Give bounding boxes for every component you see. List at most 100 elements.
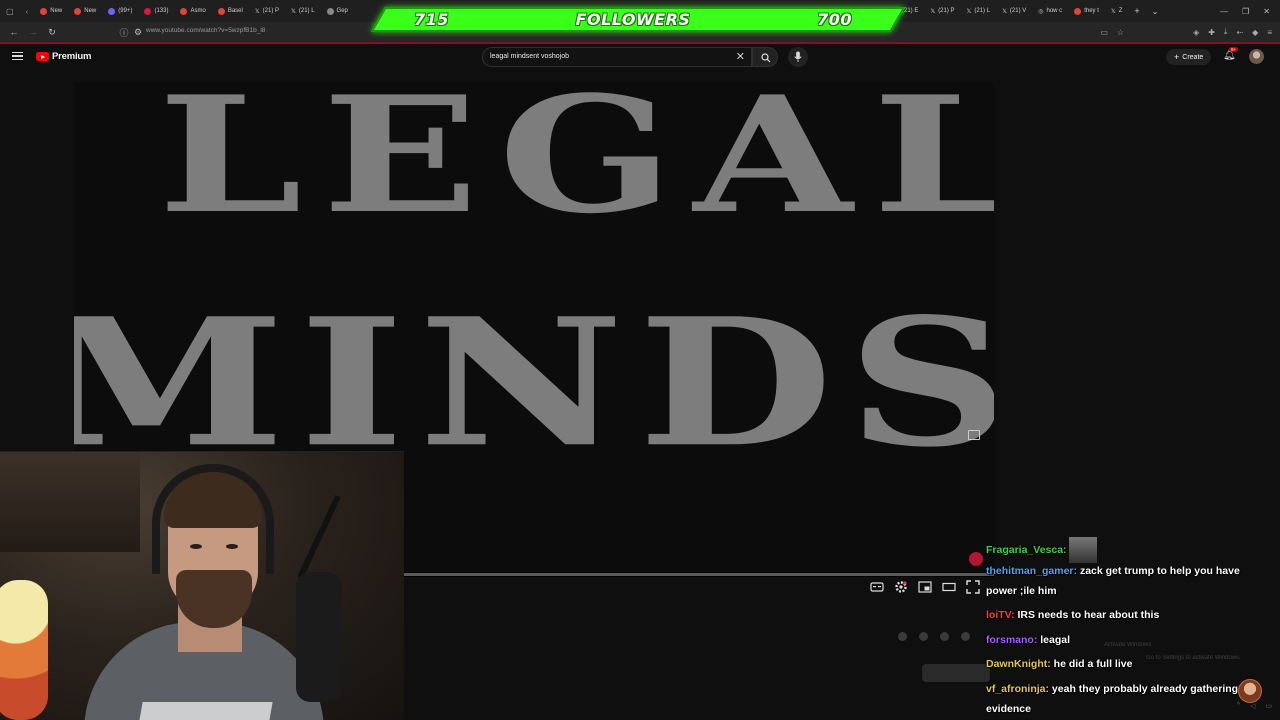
tab-scroll-left-icon[interactable]: ‹ bbox=[20, 0, 35, 22]
stream-chat: Fragaria_Vesca: thehitman_gamer: zack ge… bbox=[966, 528, 1280, 720]
clear-search-icon[interactable]: ✕ bbox=[736, 50, 745, 63]
background-shelf bbox=[0, 452, 140, 552]
search-input[interactable]: leagal mindsent voshojob ✕ bbox=[482, 47, 752, 67]
tab-label: (21) L bbox=[974, 8, 991, 14]
browser-tab[interactable]: New bbox=[34, 0, 68, 22]
browser-tab[interactable]: 𝕏 (21) L bbox=[961, 0, 997, 22]
tab-label: Gep bbox=[336, 8, 348, 14]
tab-label: (21) P bbox=[938, 8, 955, 14]
create-label: Create bbox=[1182, 53, 1204, 61]
tab-favicon-icon bbox=[1074, 7, 1082, 15]
back-icon[interactable]: ← bbox=[9, 27, 19, 37]
address-bar-actions: ▭ ☆ ◈ ✚ ⤓ ⇠ ◆ ≡ bbox=[1100, 22, 1272, 42]
chat-message: loiTV: IRS needs to hear about this bbox=[986, 605, 1258, 625]
followers-goal-text: 715 FOLLOWERS 700 bbox=[378, 7, 898, 32]
reload-icon[interactable]: ↻ bbox=[47, 27, 57, 38]
site-info-icon[interactable]: ⓘ bbox=[119, 26, 129, 39]
chat-message: thehitman_gamer: zack get trump to help … bbox=[986, 561, 1258, 601]
subtitles-icon[interactable] bbox=[870, 580, 884, 594]
tab-favicon-icon bbox=[40, 7, 48, 15]
browser-tab[interactable]: Basel bbox=[212, 0, 249, 22]
browser-tab[interactable]: (99+) bbox=[102, 0, 138, 22]
tab-label: (21) L bbox=[298, 8, 315, 14]
forward-icon[interactable]: → bbox=[28, 27, 38, 37]
extension-icon[interactable]: ◈ bbox=[1193, 28, 1199, 37]
guide-menu-icon[interactable] bbox=[12, 52, 23, 61]
tab-label: (133) bbox=[154, 8, 169, 14]
browser-tab[interactable]: ◎ how c bbox=[1032, 0, 1068, 22]
system-tray: ^ ◁ ▭ bbox=[1237, 702, 1272, 710]
tab-label: they t bbox=[1084, 8, 1099, 14]
tab-favicon-icon bbox=[108, 7, 116, 15]
settings-gear-icon[interactable] bbox=[894, 580, 908, 594]
tab-label: (21) P bbox=[262, 8, 280, 14]
network-icon: ▭ bbox=[1265, 703, 1272, 710]
speaker-icon: ◁ bbox=[1249, 703, 1256, 710]
close-icon[interactable]: ✕ bbox=[1263, 7, 1270, 16]
back-arrow-icon[interactable]: ⇠ bbox=[1236, 28, 1243, 37]
chat-text: he did a full live bbox=[1050, 658, 1133, 670]
shield-icon[interactable]: ◆ bbox=[1252, 28, 1258, 37]
youtube-header: Premium leagal mindsent voshojob ✕ + Cre… bbox=[0, 44, 1280, 70]
tab-favicon-icon bbox=[326, 7, 334, 15]
new-tab-icon[interactable]: + bbox=[1128, 0, 1145, 22]
browser-tab[interactable]: 𝕏 (21) P bbox=[249, 0, 285, 22]
browser-tab[interactable]: 𝕏 (21) V bbox=[996, 0, 1032, 22]
x-logo-icon: 𝕏 bbox=[966, 8, 972, 15]
x-logo-icon: 𝕏 bbox=[930, 8, 936, 15]
notification-count-badge: 9+ bbox=[1229, 47, 1239, 52]
voice-search-button[interactable] bbox=[788, 47, 808, 67]
bookmark-star-icon[interactable]: ☆ bbox=[1117, 28, 1124, 37]
search-query: leagal mindsent voshojob bbox=[490, 53, 569, 60]
chat-message: DawnKnight: he did a full live bbox=[986, 654, 1258, 674]
studio-microphone bbox=[296, 572, 342, 702]
tab-actions-icon[interactable]: ▢ bbox=[0, 0, 20, 22]
chat-username: loiTV: bbox=[986, 609, 1015, 621]
tab-label: Z bbox=[1118, 8, 1123, 14]
microphone-icon bbox=[794, 51, 802, 62]
browser-tab[interactable]: they t bbox=[1068, 0, 1105, 22]
x-logo-icon: 𝕏 bbox=[1110, 8, 1116, 15]
youtube-play-logo-icon bbox=[36, 52, 49, 61]
theater-mode-icon[interactable] bbox=[942, 580, 956, 594]
browser-tab[interactable]: New bbox=[68, 0, 102, 22]
headset bbox=[152, 464, 274, 574]
url-field[interactable]: www.youtube.com/watch?v=5wzpfB1b_l8 bbox=[146, 27, 265, 34]
chat-user-avatar bbox=[1238, 679, 1262, 703]
plus-icon: + bbox=[1174, 52, 1180, 62]
tab-label: (99+) bbox=[118, 8, 133, 14]
x-logo-icon: 𝕏 bbox=[291, 8, 296, 15]
chat-message: forsmano: leagal bbox=[986, 630, 1258, 650]
tab-list-chevron-icon[interactable]: ⌄ bbox=[1146, 0, 1165, 22]
tab-favicon-icon bbox=[74, 7, 82, 15]
search-button[interactable] bbox=[752, 47, 778, 67]
download-icon[interactable]: ⤓ bbox=[1224, 27, 1228, 37]
puzzle-icon[interactable]: ✚ bbox=[1208, 28, 1215, 37]
miniplayer-icon[interactable] bbox=[918, 580, 932, 594]
tab-label: Asmo bbox=[190, 8, 206, 14]
browser-tab[interactable]: 𝕏Z bbox=[1105, 0, 1129, 22]
minimize-icon[interactable]: — bbox=[1220, 7, 1228, 16]
chat-message: vf_afroninja: yeah they probably already… bbox=[986, 679, 1258, 719]
screen: ▢ ‹ New New (99+) (133) Asmo Basel 𝕏 (21)… bbox=[0, 0, 1280, 720]
browser-tab[interactable]: Asmo bbox=[174, 0, 211, 22]
browser-tab[interactable]: 𝕏 (21) L bbox=[285, 0, 321, 22]
streamer-webcam bbox=[0, 451, 404, 720]
browser-tab[interactable]: (133) bbox=[138, 0, 174, 22]
below-video-area bbox=[404, 600, 994, 720]
browser-tab[interactable]: 𝕏 (21) P bbox=[924, 0, 960, 22]
tab-group-right: (21) E 𝕏 (21) P 𝕏 (21) L 𝕏 (21) V ◎ how c th… bbox=[896, 0, 1164, 22]
expand-frame-icon[interactable] bbox=[968, 430, 980, 440]
chat-user-badge-icon bbox=[969, 552, 983, 566]
browser-tab[interactable]: Gep bbox=[321, 0, 354, 22]
site-settings-icon[interactable]: ⚙ bbox=[133, 27, 143, 38]
search-icon bbox=[761, 53, 771, 63]
maximize-icon[interactable]: ❐ bbox=[1242, 7, 1249, 16]
cast-icon[interactable]: ▭ bbox=[1100, 28, 1108, 37]
create-button[interactable]: + Create bbox=[1166, 49, 1212, 65]
hamburger-menu-icon[interactable]: ≡ bbox=[1267, 28, 1272, 37]
video-title-text-line-2: MINDSET bbox=[74, 280, 994, 487]
account-avatar[interactable] bbox=[1249, 49, 1264, 64]
tab-label: New bbox=[84, 8, 97, 14]
youtube-logo[interactable]: Premium bbox=[36, 51, 91, 62]
